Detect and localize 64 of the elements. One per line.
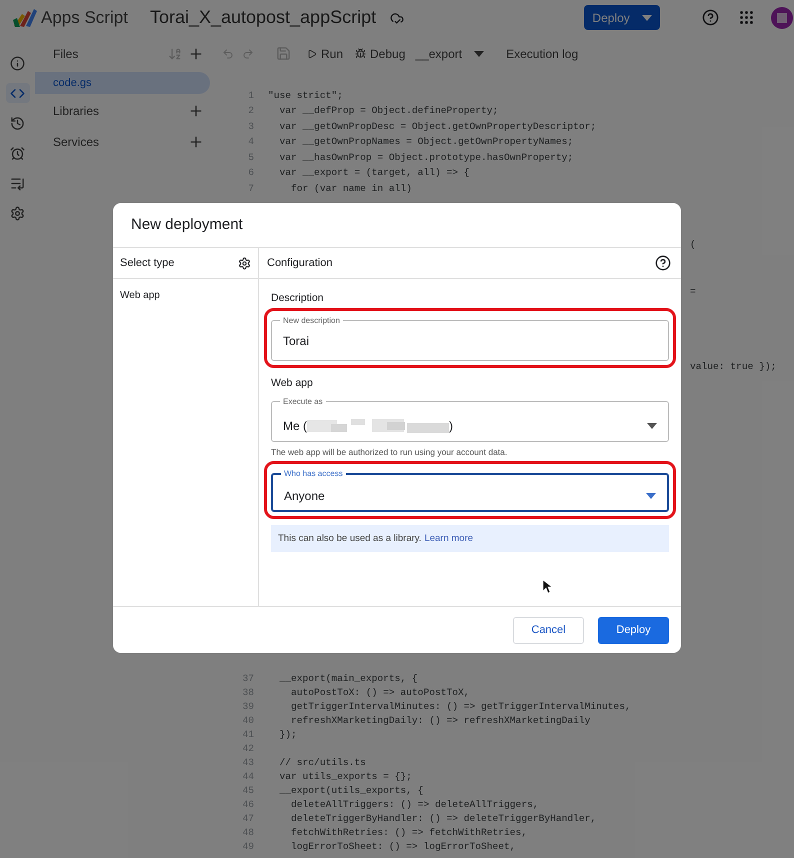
access-select[interactable]: Who has access Anyone [271, 468, 669, 512]
code-line: var utils_exports = {}; [278, 770, 412, 784]
description-field[interactable]: New description Torai [271, 314, 669, 361]
code-line: autoPostToX: () => autoPostToX, [290, 686, 470, 700]
play-icon [307, 48, 317, 58]
code-line: deleteAllTriggers: () => deleteAllTriggers, [290, 798, 539, 812]
column-heading: Configuration [267, 256, 334, 271]
deploy-button[interactable]: Deploy [598, 616, 669, 644]
cancel-button[interactable]: Cancel [513, 616, 584, 644]
caret-icon [646, 493, 656, 500]
code-line: var __getOwnPropNames = Object.getOwnPropertyNames; [278, 135, 574, 150]
run-button[interactable]: Run [307, 44, 344, 62]
project-title[interactable]: Torai_X_autopost_appScript [150, 4, 376, 31]
code-line: logErrorToSheet: () => logErrorToSheet, [290, 840, 516, 854]
code-icon[interactable] [6, 83, 30, 103]
add-icon[interactable] [188, 102, 204, 118]
execution-log-button[interactable]: Execution log [506, 44, 578, 62]
code-line: for (var name in all) [290, 182, 412, 196]
apps-grid-icon[interactable] [738, 9, 756, 26]
code-line: var __defProp = Object.defineProperty; [278, 104, 498, 118]
panel-title: Files [53, 46, 80, 62]
code-line: var __getOwnPropDesc = Object.getOwnPropertyDescriptor; [278, 120, 596, 134]
section-label: Description [271, 291, 325, 306]
caret-icon [474, 50, 484, 56]
dialog-title: New deployment [131, 214, 243, 235]
function-dropdown[interactable]: __export [415, 44, 484, 62]
helper-text: The web app will be authorized to run using your account data. [271, 446, 508, 458]
type-item[interactable]: Web app [113, 279, 258, 311]
code-line: __export(main_exports, { [278, 672, 418, 686]
debug-button[interactable]: Debug [355, 44, 406, 62]
code-line: deleteTriggerByHandler: () => deleteTriggerByHandler, [290, 812, 596, 826]
code-line: "use strict"; [268, 88, 343, 103]
code-line: // src/utils.ts [278, 756, 366, 770]
code-line: getTriggerIntervalMinutes: () => getTriggerIntervalMinutes, [290, 700, 631, 714]
cloud-icon [390, 10, 404, 24]
bug-icon [355, 48, 366, 59]
settings-icon[interactable] [238, 256, 251, 270]
code-line: refreshXMarketingDaily: () => refreshXMarketingDaily [290, 714, 590, 728]
code-line: }); [278, 728, 297, 742]
banner-text: This can also be used as a library. [278, 532, 422, 546]
section-label: Libraries [53, 102, 100, 120]
learn-more-link[interactable]: Learn more [424, 532, 474, 546]
section-label: Services [53, 134, 100, 150]
logo-icon [12, 8, 38, 28]
file-item[interactable]: code.gs [35, 72, 210, 94]
code-line: var __hasOwnProp = Object.prototype.hasOwnProperty; [278, 150, 574, 165]
code-fragment: = [690, 284, 696, 298]
app-name: Apps Script [41, 6, 128, 29]
cursor-icon [543, 580, 552, 594]
section-label: Web app [271, 376, 314, 391]
code-line: var __export = (target, all) => { [278, 166, 470, 180]
caret-icon [647, 423, 657, 429]
avatar[interactable] [771, 6, 794, 28]
code-fragment: ( [690, 238, 696, 252]
add-icon[interactable] [188, 134, 204, 150]
deploy-button[interactable]: Deploy [584, 5, 660, 30]
code-line: __export(utils_exports, { [278, 784, 424, 798]
help-icon[interactable] [655, 255, 671, 271]
add-icon[interactable] [188, 46, 204, 62]
execute-as-select[interactable]: Execute as Me ( ) [271, 396, 669, 442]
code-fragment: value: true }); [690, 360, 776, 374]
caret-icon [642, 14, 652, 20]
column-heading: Select type [120, 256, 176, 271]
code-line: fetchWithRetries: () => fetchWithRetries, [290, 826, 528, 840]
